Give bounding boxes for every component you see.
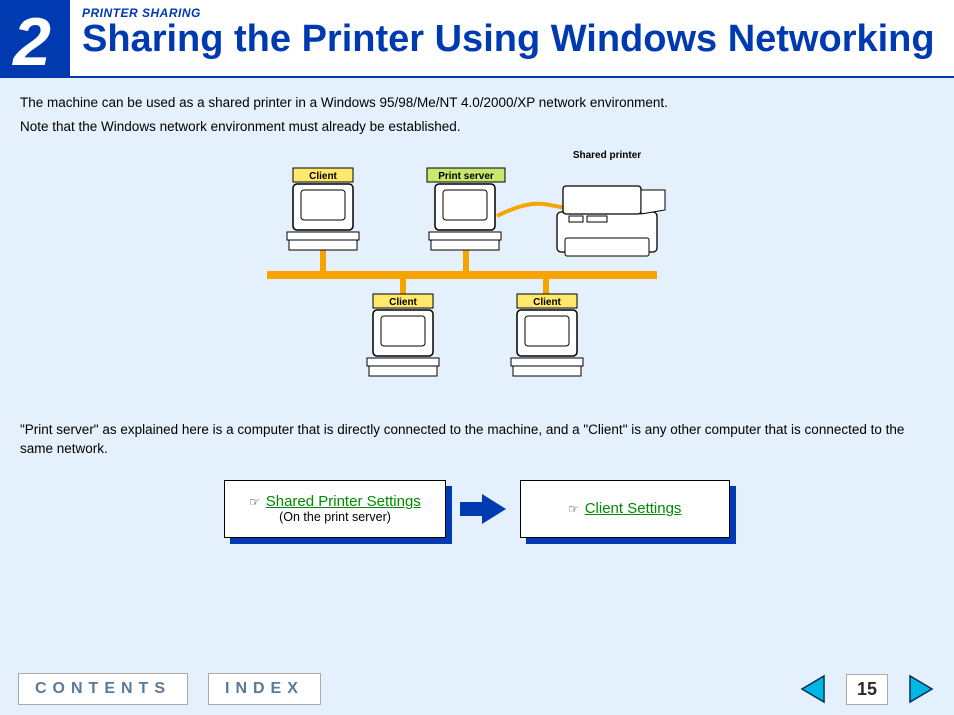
print-server-label: Print server [438, 171, 494, 182]
client-computer-icon [511, 310, 583, 376]
arrow-right-icon [460, 492, 506, 526]
next-page-button[interactable] [908, 674, 936, 704]
shared-printer-settings-box: ☞ Shared Printer Settings (On the print … [224, 480, 446, 538]
network-diagram-svg: Shared printer Client Print server [237, 146, 717, 396]
contents-button[interactable]: CONTENTS [18, 673, 188, 705]
chapter-number: 2 [0, 0, 70, 76]
page-header: 2 PRINTER SHARING Sharing the Printer Us… [0, 0, 954, 78]
network-diagram: Shared printer Client Print server [237, 146, 717, 399]
print-server-computer-icon [429, 184, 501, 250]
index-button[interactable]: INDEX [208, 673, 321, 705]
link-boxes-row: ☞ Shared Printer Settings (On the print … [20, 480, 934, 538]
shared-printer-icon [557, 186, 665, 256]
shared-printer-label: Shared printer [573, 150, 641, 161]
client-label-1: Client [309, 171, 337, 182]
client-settings-link[interactable]: Client Settings [585, 500, 682, 517]
shared-printer-settings-link[interactable]: Shared Printer Settings [266, 493, 421, 510]
pointing-hand-icon: ☞ [249, 495, 260, 509]
page-title: Sharing the Printer Using Windows Networ… [82, 20, 935, 60]
intro-line-1: The machine can be used as a shared prin… [20, 94, 934, 112]
footer-bar: CONTENTS INDEX 15 [0, 673, 954, 705]
explanation-text: "Print server" as explained here is a co… [20, 421, 934, 457]
page-number: 15 [846, 674, 888, 705]
client-label-3: Client [533, 297, 561, 308]
pointing-hand-icon: ☞ [568, 502, 579, 516]
client-computer-icon [367, 310, 439, 376]
intro-line-2: Note that the Windows network environmen… [20, 118, 934, 136]
client-label-2: Client [389, 297, 417, 308]
shared-printer-settings-sub: (On the print server) [249, 510, 421, 524]
prev-page-button[interactable] [798, 674, 826, 704]
client-computer-icon [287, 184, 359, 250]
client-settings-box: ☞ Client Settings [520, 480, 730, 538]
